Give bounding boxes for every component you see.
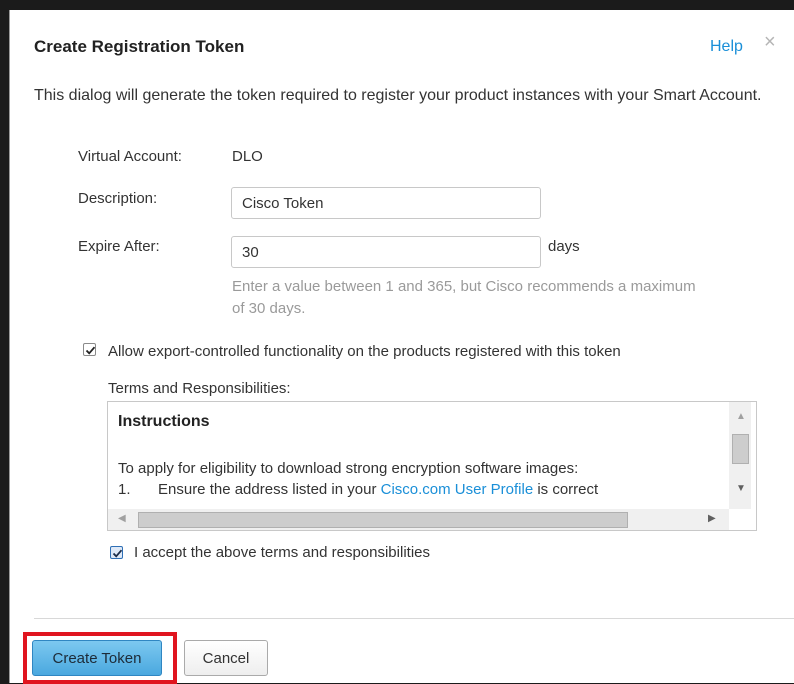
description-input[interactable] [231,187,541,219]
terms-item-number: 1. [118,481,131,498]
create-registration-token-dialog: Create Registration Token Help × This di… [9,10,794,684]
expire-unit-label: days [548,238,580,255]
help-link[interactable]: Help [710,38,743,56]
accept-terms-checkbox[interactable] [110,546,123,559]
horizontal-scrollbar[interactable]: ◀ ▶ [108,509,729,530]
scroll-down-icon[interactable]: ▼ [736,484,746,494]
dialog-title: Create Registration Token [34,37,245,56]
vertical-scrollbar[interactable]: ▲ ▼ [729,402,751,509]
export-control-checkbox[interactable] [83,343,96,356]
terms-item-text-before: Ensure the address listed in your [158,481,381,498]
description-label: Description: [78,190,158,207]
horizontal-scroll-thumb[interactable] [138,512,628,528]
expire-after-label: Expire After: [78,238,160,255]
scroll-left-icon[interactable]: ◀ [118,514,126,524]
checkmark-icon [112,549,123,558]
export-control-label: Allow export-controlled functionality on… [108,343,621,360]
expire-hint-text: Enter a value between 1 and 365, but Cis… [232,278,696,317]
vertical-scroll-thumb[interactable] [732,434,749,464]
terms-paragraph: To apply for eligibility to download str… [118,460,579,477]
terms-textarea[interactable]: Instructions To apply for eligibility to… [107,401,757,531]
checkmark-icon [85,346,96,355]
user-profile-link[interactable]: Cisco.com User Profile [381,481,534,498]
terms-heading: Instructions [118,413,210,430]
accept-terms-label: I accept the above terms and responsibil… [134,544,430,561]
terms-label: Terms and Responsibilities: [108,380,291,397]
footer-divider [34,618,794,619]
cancel-button[interactable]: Cancel [184,640,268,676]
scroll-right-icon[interactable]: ▶ [708,514,716,524]
scroll-up-icon[interactable]: ▲ [736,412,746,422]
virtual-account-label: Virtual Account: [78,148,182,165]
terms-item-text-after: is correct [533,481,599,498]
scrollbar-corner [729,509,751,530]
virtual-account-value: DLO [232,148,263,165]
terms-list-item: 1. Ensure the address listed in your Cisc… [118,481,598,498]
expire-after-input[interactable] [231,236,541,268]
close-icon[interactable]: × [764,32,776,52]
dialog-intro-text: This dialog will generate the token requ… [34,87,762,104]
create-token-button[interactable]: Create Token [32,640,162,676]
